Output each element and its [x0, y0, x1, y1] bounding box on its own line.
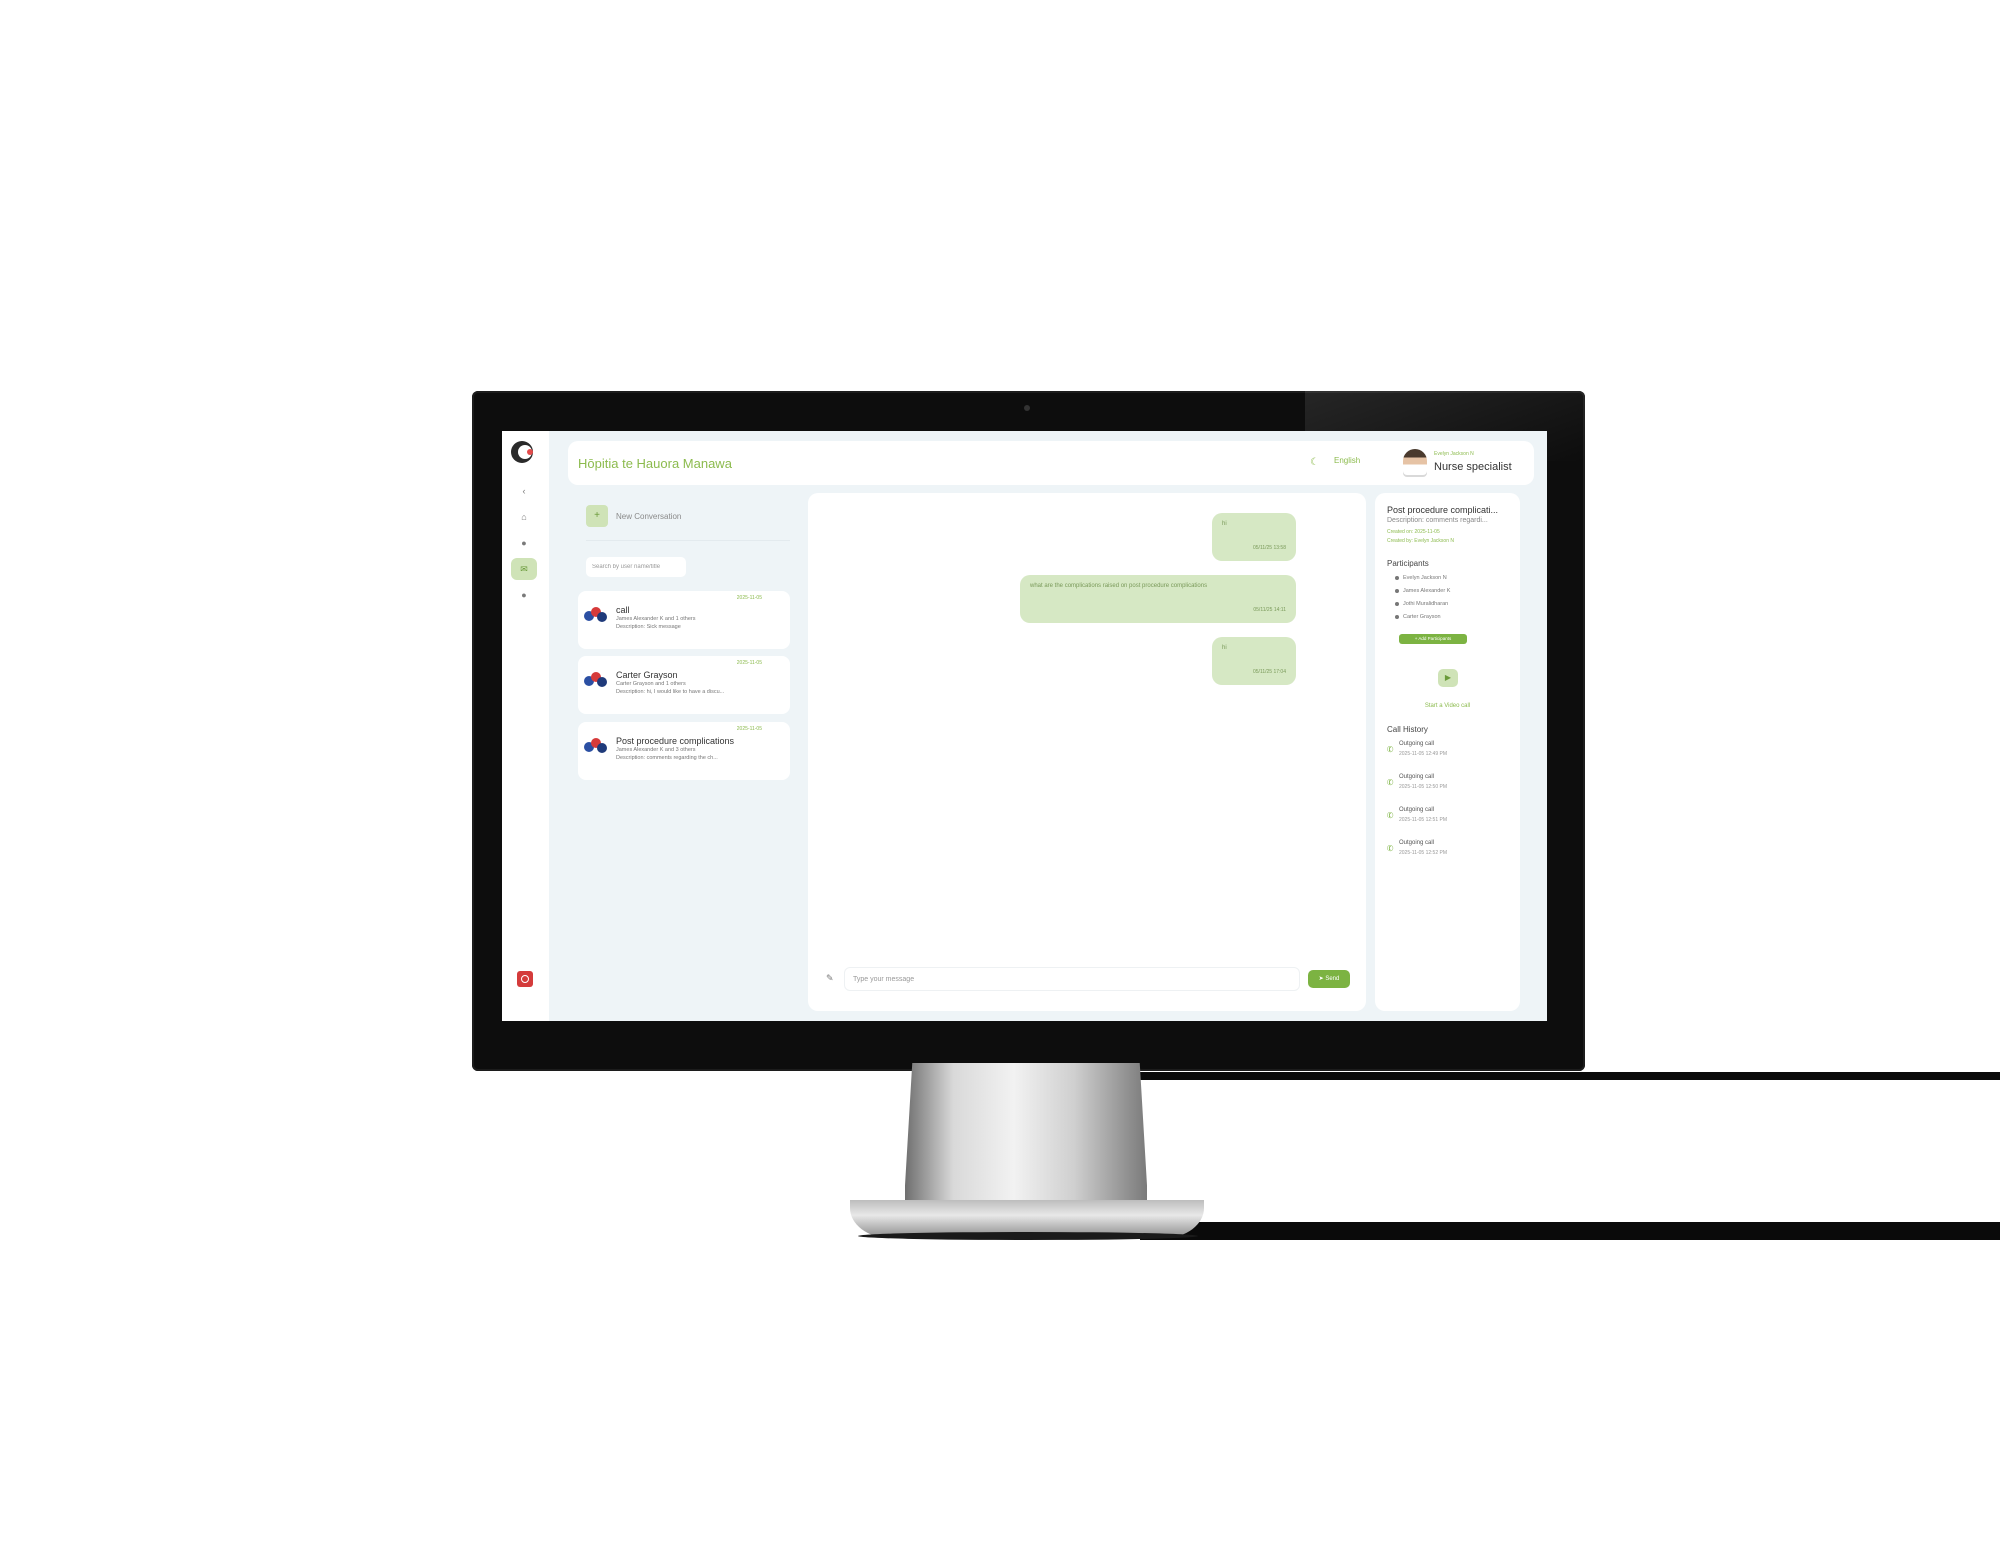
new-conversation-button[interactable]: + New Conversation [586, 505, 726, 527]
participant-item: Evelyn Jackson N [1395, 575, 1447, 583]
call-time: 2025-11-05 12:50 PM [1399, 784, 1447, 790]
call-time: 2025-11-05 12:52 PM [1399, 850, 1447, 856]
user-name: Evelyn Jackson N [1434, 451, 1474, 457]
conversation-date: 2025-11-05 [736, 595, 762, 601]
call-history-item: ✆ Outgoing call 2025-11-05 12:52 PM [1385, 840, 1507, 862]
app-screen: ‹ ⌂ ● ✉ ● Hōpitia te Hauora Manawa ☾ Eng… [502, 431, 1547, 1021]
top-bar: Hōpitia te Hauora Manawa ☾ English Evely… [568, 441, 1534, 485]
divider [586, 540, 790, 541]
new-conversation-label: New Conversation [616, 512, 682, 521]
message-text: what are the complications raised on pos… [1030, 583, 1208, 589]
group-avatar-icon [584, 738, 608, 756]
conversation-date: 2025-11-05 [736, 660, 762, 666]
phone-icon: ✆ [1385, 744, 1396, 755]
backdrop-stripe [1140, 1072, 2000, 1240]
plus-icon: + [586, 505, 608, 527]
add-participants-button[interactable]: + Add Participants [1399, 634, 1467, 644]
phone-icon: ✆ [1385, 810, 1396, 821]
message-input[interactable] [844, 967, 1300, 991]
search-input[interactable] [586, 557, 686, 577]
user-role: Nurse specialist [1434, 461, 1512, 473]
message-text: hi [1222, 645, 1227, 651]
send-label: Send [1325, 976, 1340, 982]
app-logo[interactable] [511, 441, 533, 463]
call-history-item: ✆ Outgoing call 2025-11-05 12:50 PM [1385, 774, 1507, 796]
conversation-title: Carter Grayson [616, 670, 678, 680]
moon-icon[interactable]: ☾ [1310, 457, 1319, 468]
conversation-participants: James Alexander K and 3 others [616, 747, 696, 753]
conversation-date: 2025-11-05 [736, 726, 762, 732]
group-avatar-icon [584, 672, 608, 690]
conversation-title: Post procedure complications [616, 736, 735, 746]
message-bubble: hi 05/11/25 17:04 [1212, 637, 1296, 685]
logout-icon[interactable] [517, 971, 533, 987]
home-icon[interactable]: ⌂ [518, 511, 530, 523]
call-history-item: ✆ Outgoing call 2025-11-05 12:51 PM [1385, 807, 1507, 829]
phone-icon: ✆ [1385, 843, 1396, 854]
conversation-title: call [616, 605, 630, 615]
start-video-call-link[interactable]: Start a Video call [1375, 703, 1520, 709]
chat-icon[interactable]: ✉ [511, 558, 537, 580]
message-time: 05/11/25 13:58 [1253, 545, 1286, 551]
user-avatar[interactable] [1403, 449, 1427, 477]
message-time: 05/11/25 14:11 [1253, 607, 1286, 613]
call-type: Outgoing call [1399, 774, 1435, 780]
user-icon[interactable]: ● [518, 537, 530, 549]
attachment-icon[interactable]: ✎ [826, 973, 834, 984]
details-panel: Post procedure complicati... Description… [1375, 493, 1520, 1011]
conversation-item[interactable]: 2025-11-05 Carter Grayson Carter Grayson… [578, 656, 790, 714]
camera-icon [1024, 405, 1030, 411]
conversation-detail-description: Description: comments regardi... [1387, 517, 1488, 524]
participant-item: Jothi Muralidharan [1395, 601, 1448, 609]
message-bubble: hi 05/11/25 13:58 [1212, 513, 1296, 561]
participant-item: Carter Grayson [1395, 614, 1441, 622]
app-title: Hōpitia te Hauora Manawa [578, 456, 732, 471]
phone-icon: ✆ [1385, 777, 1396, 788]
language-button[interactable]: English [1334, 456, 1360, 465]
logo-mark-icon [527, 449, 533, 455]
send-button[interactable]: ➤ Send [1308, 970, 1350, 988]
nav-rail: ‹ ⌂ ● ✉ ● [502, 431, 549, 1021]
conversation-description: Description: comments regarding the ch..… [616, 755, 718, 761]
call-history-item: ✆ Outgoing call 2025-11-05 12:49 PM [1385, 741, 1507, 763]
message-bubble: what are the complications raised on pos… [1020, 575, 1296, 623]
conversation-participants: Carter Grayson and 1 others [616, 681, 686, 687]
profile-icon[interactable]: ● [518, 589, 530, 601]
conversation-detail-title: Post procedure complicati... [1387, 505, 1499, 515]
stand-shadow [858, 1232, 1198, 1240]
group-avatar-icon [584, 607, 608, 625]
call-type: Outgoing call [1399, 807, 1435, 813]
conversation-item[interactable]: 2025-11-05 Post procedure complications … [578, 722, 790, 780]
created-by: Created by: Evelyn Jackson N [1387, 538, 1454, 544]
call-type: Outgoing call [1399, 840, 1435, 846]
video-camera-icon[interactable]: ▶ [1438, 669, 1458, 687]
participants-heading: Participants [1387, 559, 1429, 568]
call-history-heading: Call History [1387, 725, 1428, 734]
message-text: hi [1222, 521, 1227, 527]
conversation-item[interactable]: 2025-11-05 call James Alexander K and 1 … [578, 591, 790, 649]
call-time: 2025-11-05 12:49 PM [1399, 751, 1447, 757]
collapse-icon[interactable]: ‹ [518, 485, 530, 497]
chat-panel: hi 05/11/25 13:58 what are the complicat… [808, 493, 1366, 1011]
call-time: 2025-11-05 12:51 PM [1399, 817, 1447, 823]
message-time: 05/11/25 17:04 [1253, 669, 1286, 675]
call-type: Outgoing call [1399, 741, 1435, 747]
conversation-description: Description: Sick message [616, 624, 681, 630]
conversation-description: Description: hi, I would like to have a … [616, 689, 725, 695]
created-on: Created on: 2025-11-05 [1387, 529, 1440, 535]
conversations-panel: + New Conversation 2025-11-05 call James… [568, 493, 802, 1011]
conversation-participants: James Alexander K and 1 others [616, 616, 696, 622]
participant-item: James Alexander K [1395, 588, 1450, 596]
